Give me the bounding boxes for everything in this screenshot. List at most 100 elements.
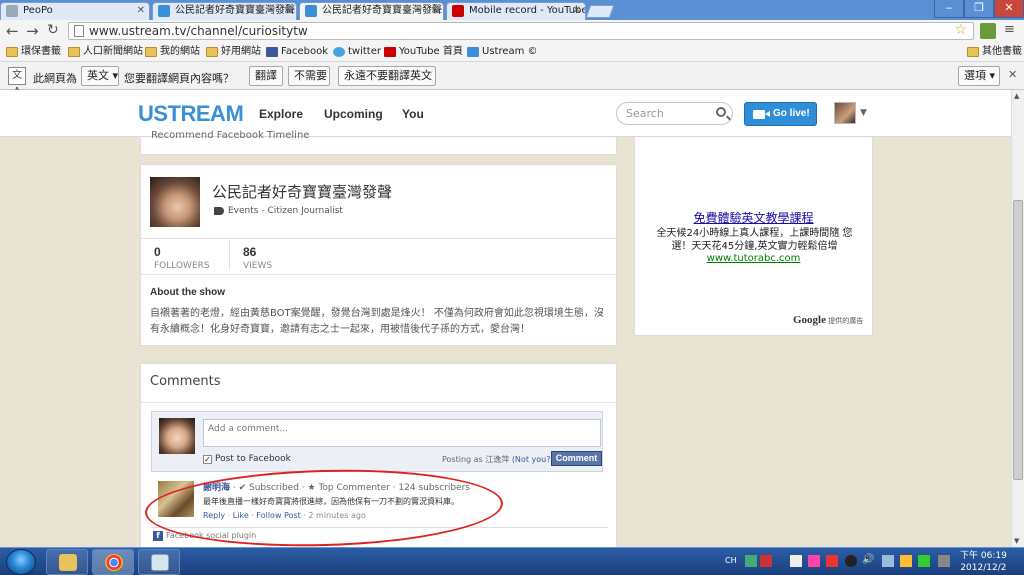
back-arrow-icon[interactable]: ←: [6, 22, 19, 40]
address-bar[interactable]: www.ustream.tv/channel/curiositytw ☆: [68, 22, 974, 40]
posting-as-text: Posting as 江逸萍: [442, 455, 510, 464]
bookmark-label: YouTube 首頁: [399, 46, 463, 57]
language-select[interactable]: 英文 ▾: [81, 66, 119, 86]
nav-you[interactable]: You: [402, 107, 424, 121]
not-you-link[interactable]: (Not you?): [512, 455, 554, 464]
forward-arrow-icon[interactable]: →: [26, 22, 39, 40]
scroll-thumb[interactable]: [1013, 200, 1023, 480]
follow-post-link[interactable]: Follow Post: [256, 511, 300, 520]
bookmark-star-icon[interactable]: ☆: [954, 22, 967, 38]
input-language[interactable]: CH: [725, 556, 737, 565]
search-placeholder: Search: [626, 107, 664, 120]
tray-icon[interactable]: [900, 555, 912, 567]
search-input[interactable]: Search: [616, 102, 733, 125]
comment-actions: Reply · Like · Follow Post · 2 minutes a…: [203, 511, 366, 520]
youtube-icon: [384, 47, 396, 57]
reload-icon[interactable]: ↻: [47, 22, 59, 38]
nav-upcoming[interactable]: Upcoming: [324, 107, 383, 121]
bookmark-folder[interactable]: 我的網站: [145, 45, 200, 59]
comment-input[interactable]: Add a comment...: [203, 419, 601, 447]
volume-icon[interactable]: 🔊: [862, 554, 874, 565]
tray-icon[interactable]: [760, 555, 772, 567]
like-link[interactable]: Like: [233, 511, 249, 520]
bookmark-folder[interactable]: 人口新聞網站: [68, 45, 143, 59]
minimize-button[interactable]: ‒: [934, 0, 964, 18]
comment-text: 最年後直播一樣好奇寶寶將很進總，因為他保有一刀不劃的實況資料庫。: [203, 497, 459, 506]
divider: [141, 238, 616, 239]
translate-button[interactable]: 翻譯: [249, 66, 283, 86]
twitter-bird-icon: [333, 47, 345, 57]
go-live-button[interactable]: Go live!: [744, 102, 817, 126]
tab-label: 公民記者好奇寶寶臺灣發聲: [175, 5, 295, 16]
user-avatar[interactable]: [834, 102, 856, 124]
tray-icon[interactable]: [845, 555, 857, 567]
google-ads-label[interactable]: Google 提供的廣告: [793, 314, 863, 326]
facebook-icon: f: [153, 531, 163, 541]
system-clock[interactable]: 下午 06:19 2012/12/2: [960, 550, 1007, 574]
show-thumbnail[interactable]: [150, 177, 200, 227]
options-button[interactable]: 選項 ▾: [958, 66, 1000, 86]
divider: [229, 240, 230, 270]
bookmark-youtube[interactable]: YouTube 首頁: [384, 45, 463, 59]
close-window-button[interactable]: ✕: [994, 0, 1024, 18]
vertical-scrollbar[interactable]: ▲ ▼: [1011, 90, 1024, 547]
divider: [151, 527, 608, 528]
network-icon[interactable]: [882, 555, 894, 567]
post-to-facebook-checkbox[interactable]: ✓: [203, 455, 212, 464]
start-button[interactable]: [6, 549, 36, 575]
tab-ustream-active[interactable]: 公民記者好奇寶寶臺灣發聲 ✕: [299, 2, 444, 20]
close-icon[interactable]: ✕: [1008, 68, 1017, 81]
tray-icon[interactable]: [938, 555, 950, 567]
bookmark-label: Ustream ©: [482, 46, 538, 57]
go-live-label: Go live!: [773, 108, 810, 119]
close-icon[interactable]: ✕: [573, 3, 581, 19]
tray-icon[interactable]: [745, 555, 757, 567]
wrench-menu-icon[interactable]: ≡: [1004, 22, 1015, 37]
followers-label: FOLLOWERS: [154, 261, 210, 271]
bookmark-folder[interactable]: 好用網站: [206, 45, 261, 59]
ad-url-link[interactable]: www.tutorabc.com: [635, 253, 872, 264]
bookmark-label: 其他書籤: [982, 46, 1022, 57]
new-tab-button[interactable]: [585, 5, 615, 18]
bookmark-facebook[interactable]: Facebook: [266, 45, 328, 59]
taskbar-chrome[interactable]: [92, 549, 134, 575]
close-icon[interactable]: ✕: [431, 3, 439, 19]
maximize-button[interactable]: ❐: [964, 0, 994, 18]
show-category[interactable]: Events - Citizen Journalist: [214, 206, 343, 216]
never-translate-button[interactable]: 永遠不要翻譯英文: [338, 66, 436, 86]
bookmark-twitter[interactable]: twitter: [333, 45, 381, 59]
close-icon[interactable]: ✕: [137, 3, 145, 19]
tray-icon[interactable]: [790, 555, 802, 567]
social-bar-text: Recommend Facebook Timeline: [151, 130, 310, 141]
tray-icon[interactable]: [826, 555, 838, 567]
reply-link[interactable]: Reply: [203, 511, 225, 520]
extension-icon[interactable]: [980, 23, 996, 39]
bookmark-ustream[interactable]: Ustream ©: [467, 45, 538, 59]
tray-icon[interactable]: [808, 555, 820, 567]
other-bookmarks[interactable]: 其他書籤: [967, 45, 1022, 59]
ustream-logo[interactable]: USTREAM: [138, 101, 244, 127]
comment-button[interactable]: Comment: [551, 451, 602, 466]
folder-icon: [145, 47, 157, 57]
facebook-social-plugin[interactable]: f Facebook social plugin: [153, 531, 257, 541]
close-icon[interactable]: ✕: [284, 3, 292, 19]
scroll-down-icon[interactable]: ▼: [1014, 537, 1019, 545]
taskbar-paint[interactable]: [138, 549, 180, 575]
ad-title-link[interactable]: 免費體驗英文教學課程: [635, 209, 872, 226]
tab-youtube[interactable]: Mobile record - YouTube ✕: [446, 2, 586, 20]
post-to-facebook-label: Post to Facebook: [215, 454, 291, 464]
taskbar-explorer[interactable]: [46, 549, 88, 575]
comment-author[interactable]: 謝明海: [203, 483, 230, 493]
search-icon[interactable]: [716, 107, 726, 117]
chevron-down-icon[interactable]: ▼: [860, 108, 867, 118]
tray-icon[interactable]: [918, 555, 930, 567]
plugin-label: Facebook social plugin: [166, 531, 257, 540]
tab-peopo[interactable]: PeoPo ✕: [0, 2, 150, 20]
scroll-up-icon[interactable]: ▲: [1014, 92, 1019, 100]
tab-ustream-1[interactable]: 公民記者好奇寶寶臺灣發聲 ✕: [152, 2, 297, 20]
bookmark-folder[interactable]: 環保書籤: [6, 45, 61, 59]
nav-explore[interactable]: Explore: [259, 107, 303, 121]
no-thanks-button[interactable]: 不需要: [288, 66, 330, 86]
avatar[interactable]: [158, 481, 194, 517]
bookmark-label: 人口新聞網站: [83, 46, 143, 57]
